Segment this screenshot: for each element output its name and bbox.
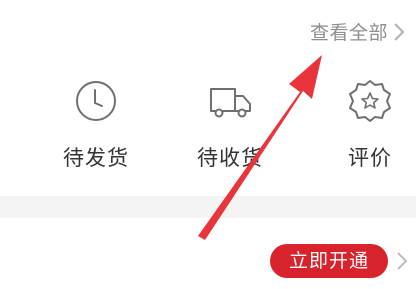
section-divider [0,196,416,218]
order-item-label: 待收货 [197,146,263,170]
chevron-right-icon[interactable] [394,247,410,275]
star-badge-icon [349,80,391,122]
clock-icon [76,81,116,121]
order-item-pending-shipment[interactable]: 待发货 [36,70,156,180]
order-item-review[interactable]: 评价 [310,70,416,180]
order-item-label: 待发货 [63,146,129,170]
open-now-button[interactable]: 立即开通 [270,244,388,278]
order-panel: 查看全部 待发货 待收货 评价 立即开通 [0,0,416,289]
order-status-row: 待发货 待收货 评价 [0,70,416,190]
truck-icon [210,88,251,118]
chevron-right-icon [394,22,405,41]
order-item-label: 评价 [348,146,392,170]
view-all-label: 查看全部 [309,22,388,44]
order-item-pending-receipt[interactable]: 待收货 [170,70,290,180]
view-all-link[interactable]: 查看全部 [310,18,408,45]
